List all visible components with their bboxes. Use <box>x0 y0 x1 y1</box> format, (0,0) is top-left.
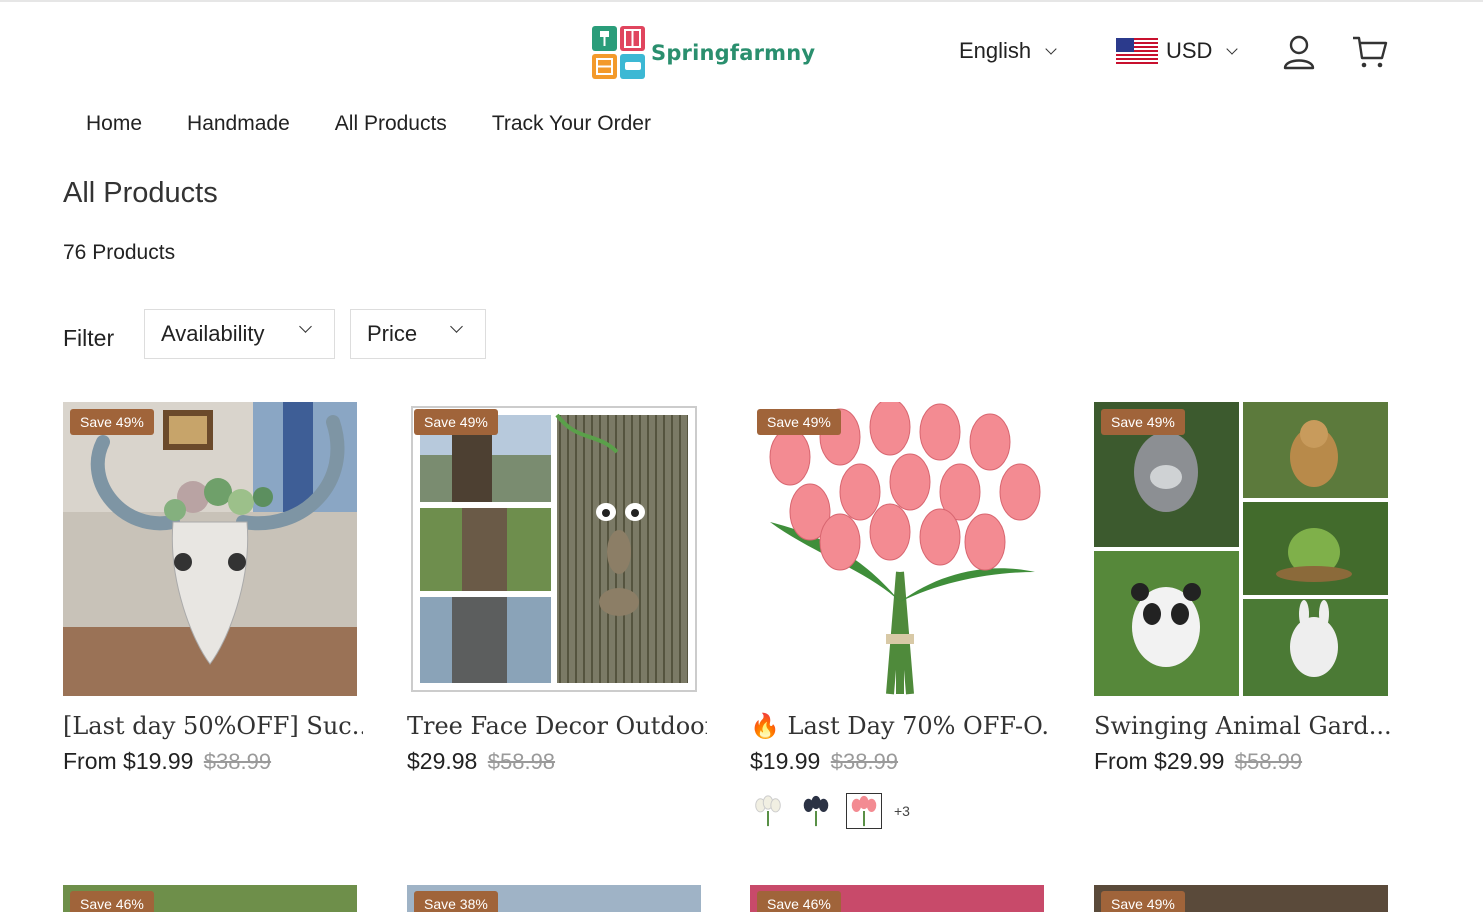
price-label: Price <box>367 321 418 346</box>
chevron-down-icon <box>1045 43 1057 55</box>
product-card[interactable]: Save 46% <box>750 885 1044 912</box>
discount-badge: Save 46% <box>70 891 154 912</box>
chevron-down-icon <box>1226 43 1239 55</box>
discount-badge: Save 46% <box>757 891 841 912</box>
discount-badge: Save 49% <box>414 409 498 435</box>
nav-home[interactable]: Home <box>86 112 142 136</box>
currency-label: USD <box>1166 38 1213 63</box>
current-price: From $19.99 <box>63 748 194 774</box>
chevron-down-icon <box>450 320 463 333</box>
product-card: Save 49% Swinging Animal Gard... From $2… <box>1094 402 1392 775</box>
swatch-pink-tulip[interactable] <box>846 793 882 829</box>
us-flag-icon <box>1116 38 1158 64</box>
discount-badge: Save 49% <box>70 409 154 435</box>
product-card: Save 49% [Last day 50%OFF] Suc... From $… <box>63 402 363 775</box>
product-title[interactable]: Tree Face Decor Outdoor <box>407 712 707 740</box>
logo-text: Springfarmny <box>651 41 816 65</box>
availability-label: Availability <box>161 321 265 346</box>
top-divider <box>0 0 1483 2</box>
main-nav: Home Handmade All Products Track Your Or… <box>86 112 696 136</box>
more-swatches[interactable]: +3 <box>894 803 910 819</box>
current-price: $29.98 <box>407 748 478 774</box>
cart-icon[interactable] <box>1351 34 1389 70</box>
discount-badge: Save 49% <box>1101 891 1185 912</box>
discount-badge: Save 49% <box>1101 409 1185 435</box>
product-price: From $19.99 $38.99 <box>63 748 357 775</box>
product-image[interactable]: Save 49% <box>750 402 1044 696</box>
product-count: 76 Products <box>63 241 176 264</box>
product-price: From $29.99 $58.99 <box>1094 748 1388 775</box>
product-title[interactable]: Swinging Animal Gard... <box>1094 712 1394 740</box>
swatch-dark-tulip[interactable] <box>798 793 834 829</box>
product-title[interactable]: [Last day 50%OFF] Suc... <box>63 712 363 740</box>
account-icon[interactable] <box>1282 34 1316 70</box>
logo-mark-icon <box>592 26 646 80</box>
swatch-white-tulip[interactable] <box>750 793 786 829</box>
nav-track-order[interactable]: Track Your Order <box>492 112 651 136</box>
language-selector[interactable]: English <box>959 38 1057 64</box>
original-price: $58.98 <box>487 749 556 774</box>
product-price: $19.99 $38.99 <box>750 748 1044 775</box>
current-price: From $29.99 <box>1094 748 1225 774</box>
language-label: English <box>959 38 1032 63</box>
current-price: $19.99 <box>750 748 821 774</box>
product-card: Save 49% 🔥 Last Day 70% OFF-O... $19.99 … <box>750 402 1050 829</box>
nav-all-products[interactable]: All Products <box>335 112 447 136</box>
product-title[interactable]: 🔥 Last Day 70% OFF-O... <box>750 712 1050 740</box>
original-price: $38.99 <box>830 749 899 774</box>
color-swatches: +3 <box>750 793 1044 829</box>
product-card[interactable]: Save 38% <box>407 885 701 912</box>
original-price: $58.99 <box>1234 749 1303 774</box>
product-card[interactable]: Save 46% <box>63 885 357 912</box>
price-filter[interactable]: Price <box>350 309 486 359</box>
page-title: All Products <box>63 177 218 209</box>
product-price: $29.98 $58.98 <box>407 748 701 775</box>
original-price: $38.99 <box>203 749 272 774</box>
discount-badge: Save 49% <box>757 409 841 435</box>
product-image[interactable]: Save 49% <box>407 402 701 696</box>
store-logo[interactable]: Springfarmny <box>592 26 815 80</box>
currency-selector[interactable]: USD <box>1116 38 1239 64</box>
availability-filter[interactable]: Availability <box>144 309 335 359</box>
product-image[interactable]: Save 49% <box>63 402 357 696</box>
nav-handmade[interactable]: Handmade <box>187 112 290 136</box>
product-card: Save 49% Tree Face Decor Outdoor $29.98 … <box>407 402 707 775</box>
chevron-down-icon <box>299 320 312 333</box>
product-image[interactable]: Save 49% <box>1094 402 1388 696</box>
filter-label: Filter <box>63 325 115 351</box>
discount-badge: Save 38% <box>414 891 498 912</box>
product-card[interactable]: Save 49% <box>1094 885 1388 912</box>
